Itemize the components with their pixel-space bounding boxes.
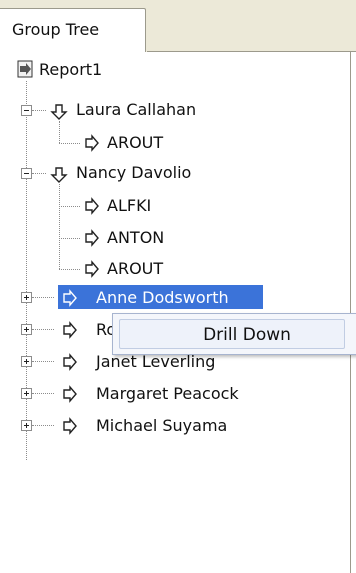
group-expanded-icon bbox=[50, 104, 68, 120]
tab-strip: Group Tree bbox=[0, 0, 356, 52]
tree-connector bbox=[32, 173, 46, 174]
tree-node-label[interactable]: Michael Suyama bbox=[96, 416, 227, 436]
tree-node-label[interactable]: Laura Callahan bbox=[76, 100, 196, 120]
tree-node-label[interactable]: Anne Dodsworth bbox=[96, 288, 229, 308]
collapse-toggle[interactable] bbox=[21, 105, 32, 116]
report-icon bbox=[17, 60, 33, 78]
context-menu: Drill Down bbox=[112, 313, 356, 355]
tree-connector bbox=[59, 269, 80, 270]
tree-node-label[interactable]: AROUT bbox=[107, 133, 163, 153]
group-expanded-icon bbox=[50, 167, 68, 183]
group-node-icon bbox=[85, 197, 99, 215]
tree-connector bbox=[32, 425, 54, 426]
tree-node-label[interactable]: AROUT bbox=[107, 259, 163, 279]
group-node-icon bbox=[85, 260, 99, 278]
group-node-icon bbox=[63, 385, 77, 403]
tab-label: Group Tree bbox=[12, 20, 100, 39]
group-node-icon bbox=[63, 289, 77, 307]
expand-toggle[interactable] bbox=[21, 420, 32, 431]
tab-group-tree[interactable]: Group Tree bbox=[0, 8, 146, 52]
tree-connector bbox=[59, 206, 80, 207]
expand-toggle[interactable] bbox=[21, 388, 32, 399]
tree-connector bbox=[32, 110, 46, 111]
drill-down-menu-item[interactable]: Drill Down bbox=[119, 319, 345, 349]
tree-connector bbox=[59, 184, 60, 269]
tree-connector bbox=[32, 297, 54, 298]
group-node-icon bbox=[63, 353, 77, 371]
tree-connector bbox=[59, 143, 80, 144]
group-node-icon bbox=[63, 321, 77, 339]
group-node-icon bbox=[85, 229, 99, 247]
tree-root-label[interactable]: Report1 bbox=[39, 60, 102, 80]
tree-connector bbox=[32, 329, 54, 330]
tree-connector bbox=[26, 81, 27, 460]
expand-toggle[interactable] bbox=[21, 356, 32, 367]
tree-node-label[interactable]: Nancy Davolio bbox=[76, 163, 191, 183]
tree-node-label[interactable]: ALFKI bbox=[107, 196, 151, 216]
group-node-icon bbox=[63, 417, 77, 435]
tree-node-label[interactable]: ANTON bbox=[107, 228, 164, 248]
expand-toggle[interactable] bbox=[21, 324, 32, 335]
tree-node-label[interactable]: Janet Leverling bbox=[96, 352, 215, 372]
tree-connector bbox=[59, 238, 80, 239]
tree-connector bbox=[32, 393, 54, 394]
tree-node-label[interactable]: Margaret Peacock bbox=[96, 384, 239, 404]
tree-connector bbox=[59, 121, 60, 143]
tree-connector bbox=[32, 361, 54, 362]
group-node-icon bbox=[85, 134, 99, 152]
collapse-toggle[interactable] bbox=[21, 168, 32, 179]
expand-toggle[interactable] bbox=[21, 292, 32, 303]
